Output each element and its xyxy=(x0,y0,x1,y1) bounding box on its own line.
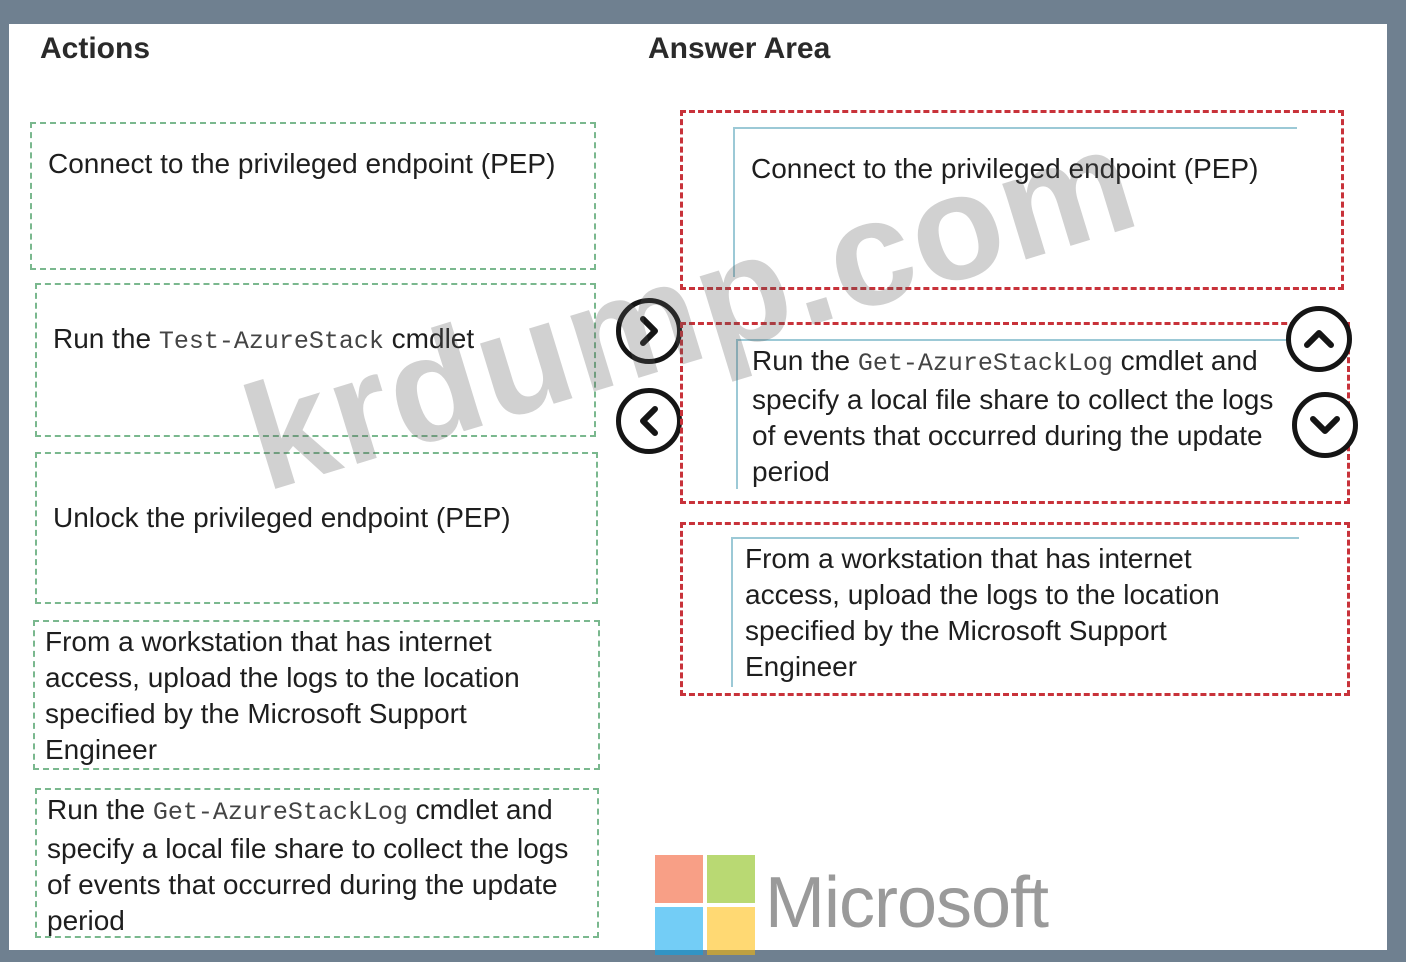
answer-item-connect-pep[interactable]: Connect to the privileged endpoint (PEP) xyxy=(733,127,1297,277)
action-unlock-pep[interactable]: Unlock the privileged endpoint (PEP) xyxy=(35,452,598,604)
answer-item-run-get-azurestacklog[interactable]: Run the Get-AzureStackLog cmdlet and spe… xyxy=(736,339,1302,489)
answer-item-upload-logs[interactable]: From a workstation that has internet acc… xyxy=(731,537,1299,687)
chevron-up-icon xyxy=(1304,330,1334,348)
action-run-get-azurestacklog[interactable]: Run the Get-AzureStackLog cmdlet and spe… xyxy=(35,788,599,938)
microsoft-logo-text: Microsoft xyxy=(765,863,1049,943)
chevron-right-icon xyxy=(640,316,658,346)
answer-label-prefix: Run the xyxy=(752,345,858,376)
logo-square-red xyxy=(655,855,703,903)
move-up-button[interactable] xyxy=(1286,306,1352,372)
logo-square-yellow xyxy=(707,907,755,955)
action-upload-logs[interactable]: From a workstation that has internet acc… xyxy=(33,620,600,770)
action-label-prefix: Run the xyxy=(47,794,153,825)
answer-label: Connect to the privileged endpoint (PEP) xyxy=(751,153,1259,184)
move-right-button[interactable] xyxy=(616,298,682,364)
move-down-button[interactable] xyxy=(1292,392,1358,458)
action-run-test-azurestack[interactable]: Run the Test-AzureStack cmdlet xyxy=(35,283,596,437)
answer-area-heading: Answer Area xyxy=(648,32,831,65)
logo-square-green xyxy=(707,855,755,903)
action-label: Connect to the privileged endpoint (PEP) xyxy=(48,148,556,179)
answer-slot-1[interactable]: Connect to the privileged endpoint (PEP) xyxy=(680,110,1344,290)
cmdlet-name: Get-AzureStackLog xyxy=(152,798,408,827)
action-label-prefix: Run the xyxy=(53,323,159,354)
logo-square-blue xyxy=(655,907,703,955)
action-label: Unlock the privileged endpoint (PEP) xyxy=(53,502,511,533)
cmdlet-name: Test-AzureStack xyxy=(158,327,384,356)
chevron-left-icon xyxy=(640,406,658,436)
cmdlet-name: Get-AzureStackLog xyxy=(857,349,1113,378)
action-connect-pep[interactable]: Connect to the privileged endpoint (PEP) xyxy=(30,122,596,270)
action-label: From a workstation that has internet acc… xyxy=(45,626,520,765)
answer-slot-3[interactable]: From a workstation that has internet acc… xyxy=(680,522,1350,696)
chevron-down-icon xyxy=(1310,416,1340,434)
answer-slot-2[interactable]: Run the Get-AzureStackLog cmdlet and spe… xyxy=(680,322,1350,504)
action-label-suffix: cmdlet xyxy=(383,323,475,354)
answer-label: From a workstation that has internet acc… xyxy=(745,543,1220,682)
actions-heading: Actions xyxy=(40,32,151,65)
move-left-button[interactable] xyxy=(616,388,682,454)
